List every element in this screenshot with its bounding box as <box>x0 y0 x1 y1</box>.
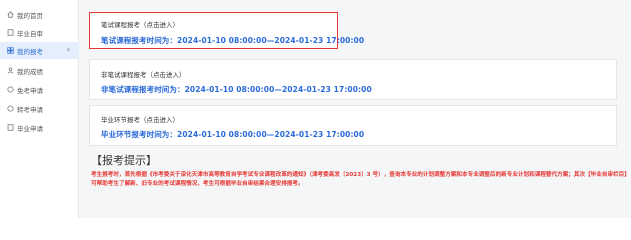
document-icon <box>7 29 14 36</box>
home-icon <box>7 11 14 18</box>
main-content: 笔试课程报考（点击进入） 笔试课程报考时间为：2024-01-10 08:00:… <box>79 0 631 218</box>
sidebar-item-exemption[interactable]: 免考申请 <box>0 81 79 98</box>
sidebar-item-transfer[interactable]: 转考申请 <box>0 100 79 117</box>
document-icon <box>7 124 14 131</box>
card-title[interactable]: 毕业环节报考（点击进入） <box>101 114 179 124</box>
sidebar-item-label: 我的首页 <box>17 11 43 20</box>
user-icon <box>7 67 14 74</box>
graduation-stage-registration-card[interactable]: 毕业环节报考（点击进入） 毕业环节报考时间为：2024-01-10 08:00:… <box>89 105 617 146</box>
sidebar-item-label: 毕业自审 <box>17 29 43 38</box>
non-written-exam-registration-card[interactable]: 非笔试课程报考（点击进入） 非笔试课程报考时间为：2024-01-10 08:0… <box>89 59 617 100</box>
grid-icon <box>7 47 14 54</box>
sidebar-item-graduation-review[interactable]: 毕业自审 <box>0 24 79 41</box>
notice-title: 【报考提示】 <box>91 154 157 167</box>
sidebar-item-label: 我的报考 <box>17 47 43 56</box>
card-title[interactable]: 非笔试课程报考（点击进入） <box>101 69 186 79</box>
sidebar-item-label: 免考申请 <box>17 86 43 95</box>
card-time: 笔试课程报考时间为：2024-01-10 08:00:00—2024-01-23… <box>101 36 365 45</box>
sidebar-item-label: 毕业申请 <box>17 124 43 133</box>
card-time: 毕业环节报考时间为：2024-01-10 08:00:00—2024-01-23… <box>101 130 365 139</box>
circle-icon <box>7 86 14 93</box>
sidebar-item-my-scores[interactable]: 我的成绩 <box>0 62 79 79</box>
chevron-right-icon: › <box>66 45 70 54</box>
written-exam-registration-card[interactable]: 笔试课程报考（点击进入） 笔试课程报考时间为：2024-01-10 08:00:… <box>89 12 364 49</box>
circle-icon <box>7 105 14 112</box>
sidebar-item-label: 转考申请 <box>17 105 43 114</box>
card-title[interactable]: 笔试课程报考（点击进入） <box>101 19 179 29</box>
sidebar-item-label: 我的成绩 <box>17 67 43 76</box>
sidebar-item-graduation-application[interactable]: 毕业申请 <box>0 119 79 136</box>
notice-text: 考生报考时，首先根据《市考委关于深化天津市高等教育自学考试专业课程改革的通知》（… <box>91 172 630 187</box>
card-time: 非笔试课程报考时间为：2024-01-10 08:00:00—2024-01-2… <box>101 85 372 94</box>
sidebar-item-home[interactable]: 我的首页 <box>0 6 79 23</box>
sidebar: 我的首页 毕业自审 我的报考 › 我的成绩 免考申请 转考申请 毕业申请 <box>0 0 79 218</box>
sidebar-item-my-registration[interactable]: 我的报考 › <box>0 42 79 59</box>
